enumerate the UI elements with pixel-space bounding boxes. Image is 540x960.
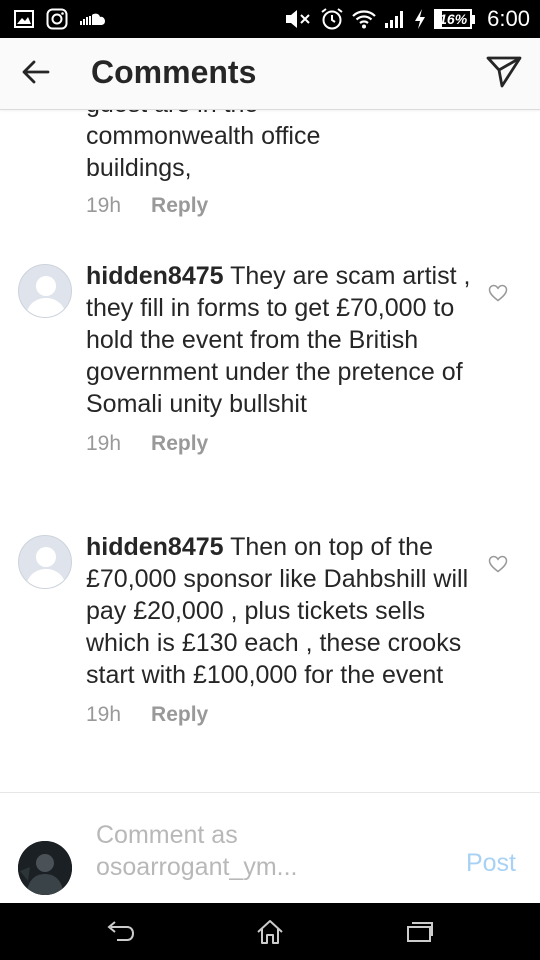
back-arrow-icon <box>22 60 50 89</box>
battery-indicator: 16% <box>434 9 476 29</box>
comment-time: 19h <box>86 432 122 455</box>
comment-time: 19h <box>86 194 122 217</box>
navigation-bar <box>0 903 540 960</box>
heart-icon[interactable] <box>488 284 508 302</box>
status-clock: 6:00 <box>487 6 530 31</box>
comment-input[interactable]: Comment as osoarrogant_ym... <box>96 819 346 881</box>
charging-icon <box>414 8 426 30</box>
avatar[interactable] <box>18 535 72 589</box>
status-bar: 16% 6:00 <box>0 0 540 38</box>
home-icon[interactable] <box>250 917 290 947</box>
battery-percent: 16% <box>439 11 468 27</box>
heart-icon[interactable] <box>488 555 508 573</box>
comment-username[interactable]: hidden8475 <box>86 533 224 561</box>
comment-composer: Comment as osoarrogant_ym... Post <box>0 793 540 903</box>
back-nav-icon[interactable] <box>100 917 140 947</box>
partial-comment-text: guest are in the commonwealth office bui… <box>86 110 486 184</box>
comment-text: hidden8475 Then on top of the £70,000 sp… <box>86 531 476 691</box>
comment-body: hidden8475 Then on top of the £70,000 sp… <box>86 531 476 727</box>
reply-button[interactable]: Reply <box>151 703 208 727</box>
signal-icon <box>384 9 406 29</box>
back-button[interactable] <box>20 56 52 92</box>
reply-button[interactable]: Reply <box>151 194 208 218</box>
page-title: Comments <box>91 54 257 90</box>
gallery-icon <box>14 10 34 28</box>
comment-text: hidden8475 They are scam artist , they f… <box>86 260 476 420</box>
partial-comment-line: commonwealth office <box>86 122 321 150</box>
avatar[interactable] <box>18 264 72 318</box>
wifi-icon <box>352 9 376 29</box>
recents-icon[interactable] <box>400 917 440 947</box>
comment-username[interactable]: hidden8475 <box>86 262 224 290</box>
app-header: Comments <box>0 38 540 110</box>
my-avatar <box>18 841 72 895</box>
instagram-icon <box>46 8 68 30</box>
partial-comment-line: guest are in the <box>86 110 486 120</box>
partial-comment: guest are in the commonwealth office bui… <box>86 110 486 218</box>
soundcloud-icon <box>80 12 106 26</box>
mute-icon <box>284 8 312 30</box>
alarm-icon <box>320 7 344 31</box>
reply-button[interactable]: Reply <box>151 432 208 456</box>
post-button[interactable]: Post <box>466 849 516 878</box>
direct-send-icon <box>486 55 522 94</box>
direct-send-button[interactable] <box>484 54 524 94</box>
partial-comment-line: buildings, <box>86 154 192 182</box>
comment-body: hidden8475 They are scam artist , they f… <box>86 260 476 456</box>
comment-list[interactable]: guest are in the commonwealth office bui… <box>0 110 540 790</box>
comment-time: 19h <box>86 703 122 726</box>
